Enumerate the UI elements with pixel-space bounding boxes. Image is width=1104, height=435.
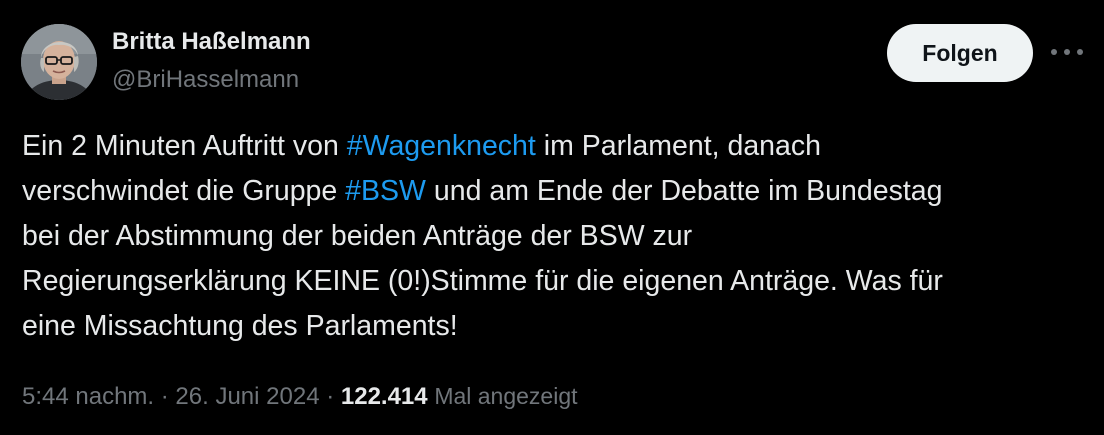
- tweet-text: Ein 2 Minuten Auftritt von #Wagenknecht …: [22, 124, 1092, 349]
- meta-separator: ·: [319, 383, 341, 410]
- hashtag-link[interactable]: #Wagenknecht: [347, 130, 536, 162]
- tweet-time[interactable]: 5:44 nachm.: [22, 383, 154, 410]
- more-dot: [1077, 49, 1083, 55]
- avatar-photo: [21, 24, 97, 100]
- tweet-text-segment: im Parlament, danach: [535, 130, 821, 162]
- author-name[interactable]: Britta Haßelmann: [112, 28, 311, 56]
- tweet-line: bei der Abstimmung der beiden Anträge de…: [22, 214, 1092, 259]
- tweet-text-segment: Regierungserklärung KEINE (0!)Stimme für…: [22, 265, 943, 297]
- tweet-text-segment: und am Ende der Debatte im Bundestag: [425, 175, 943, 207]
- more-dot: [1064, 49, 1070, 55]
- hashtag-link[interactable]: #BSW: [345, 175, 426, 207]
- tweet-text-segment: bei der Abstimmung der beiden Anträge de…: [22, 220, 693, 252]
- tweet-line: Ein 2 Minuten Auftritt von #Wagenknecht …: [22, 124, 1092, 169]
- tweet-line: verschwindet die Gruppe #BSW und am Ende…: [22, 169, 1092, 214]
- meta-separator: ·: [154, 383, 176, 410]
- avatar[interactable]: [21, 24, 97, 100]
- views-count[interactable]: 122.414: [341, 383, 428, 410]
- more-dot: [1051, 49, 1057, 55]
- author-handle[interactable]: @BriHasselmann: [112, 66, 299, 94]
- tweet-text-segment: eine Missachtung des Parlaments!: [22, 310, 458, 342]
- tweet-text-segment: Ein 2 Minuten Auftritt von: [22, 130, 347, 162]
- views-label[interactable]: Mal angezeigt: [434, 383, 577, 409]
- tweet-meta: 5:44 nachm. · 26. Juni 2024 · 122.414 Ma…: [22, 383, 578, 411]
- follow-button[interactable]: Folgen: [887, 24, 1033, 82]
- tweet-line: Regierungserklärung KEINE (0!)Stimme für…: [22, 259, 1092, 304]
- tweet-text-segment: verschwindet die Gruppe: [22, 175, 346, 207]
- more-horizontal-icon[interactable]: [1051, 40, 1083, 64]
- tweet-date[interactable]: 26. Juni 2024: [175, 383, 319, 410]
- tweet-line: eine Missachtung des Parlaments!: [22, 304, 1092, 349]
